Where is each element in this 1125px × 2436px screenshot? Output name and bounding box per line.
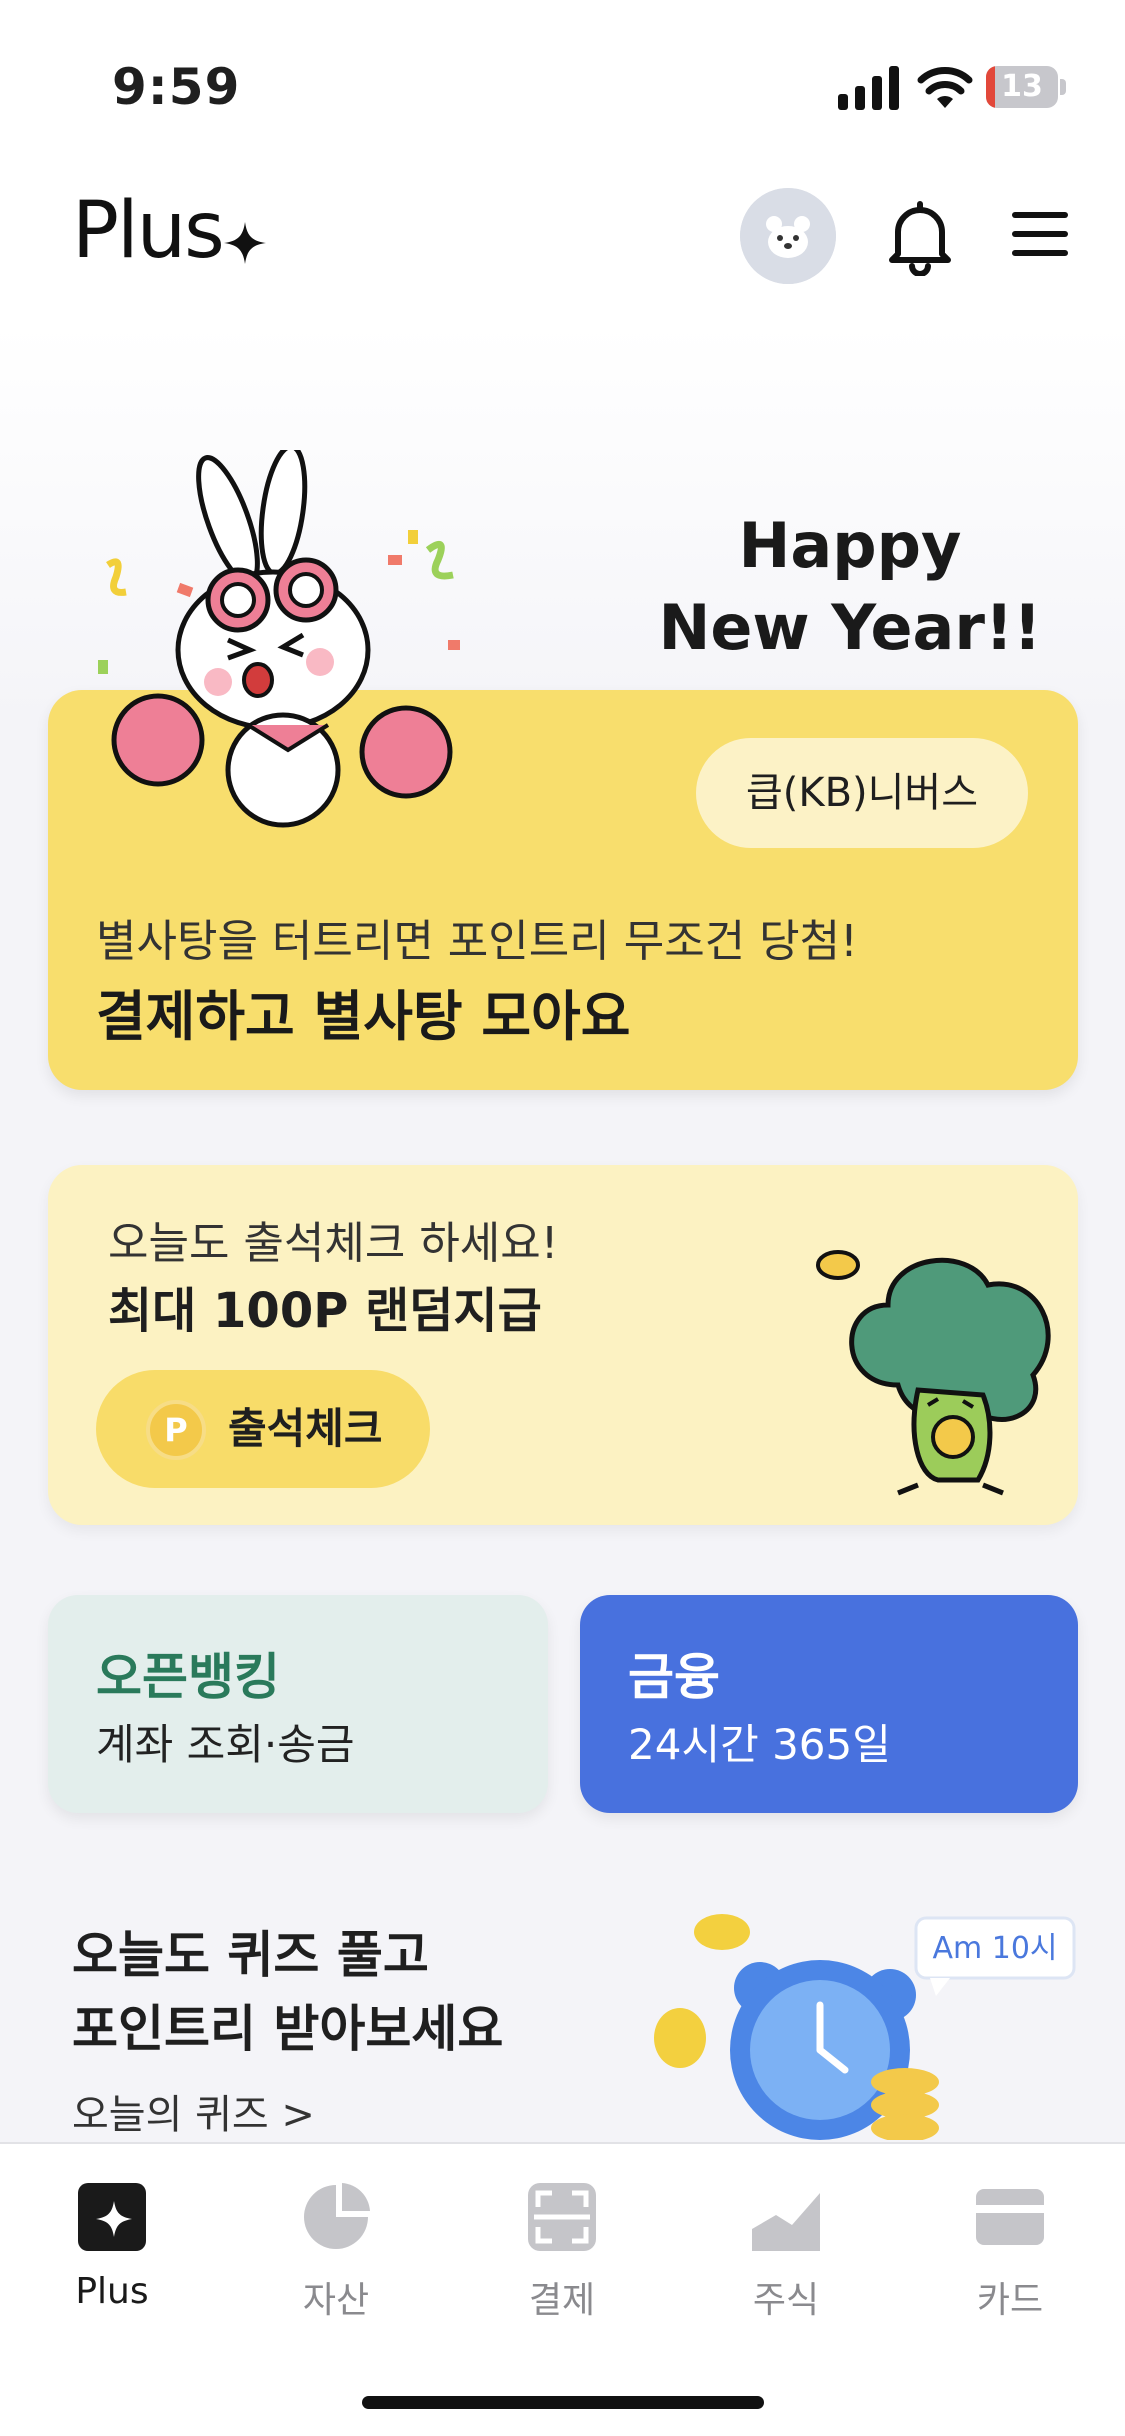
point-coin-icon: P <box>146 1400 206 1460</box>
tab-card[interactable]: 카드 <box>930 2179 1090 2323</box>
battery-indicator: 13 <box>986 66 1066 108</box>
open-banking-tile[interactable]: 오픈뱅킹 계좌 조회·송금 <box>48 1595 548 1813</box>
tab-assets-label: 자산 <box>302 2280 370 2321</box>
finance-subtitle: 24시간 365일 <box>628 1720 891 1769</box>
quiz-title: 오늘도 퀴즈 풀고 포인트리 받아보세요 <box>72 1926 504 2058</box>
tab-card-label: 카드 <box>976 2280 1044 2321</box>
tab-plus[interactable]: Plus <box>32 2179 192 2312</box>
todays-quiz-link[interactable]: 오늘의 퀴즈 > <box>72 2082 315 2140</box>
finance-title: 금융 <box>628 1648 720 1706</box>
app-logo: Plus <box>72 186 225 276</box>
cellular-signal-icon <box>838 66 899 110</box>
notification-bell-icon[interactable] <box>884 196 956 276</box>
attendance-title: 최대 100P 랜덤지급 <box>108 1283 542 1339</box>
status-bar: 9:59 13 <box>0 0 1125 160</box>
open-banking-title: 오픈뱅킹 <box>96 1648 280 1706</box>
home-indicator <box>362 2396 764 2409</box>
tab-payment[interactable]: 결제 <box>482 2179 642 2323</box>
tab-stocks[interactable]: 주식 <box>706 2179 866 2323</box>
app-header: Plus <box>0 160 1125 325</box>
tab-stocks-label: 주식 <box>752 2280 820 2321</box>
alarm-clock-illustration: Am 10시 <box>654 1914 1076 2140</box>
broccoli-mascot-illustration <box>816 1250 1051 1496</box>
sparkle-icon <box>224 222 266 264</box>
banner-title: 결제하고 별사탕 모아요 <box>96 985 631 1048</box>
battery-percent: 13 <box>1001 69 1043 104</box>
attendance-card: 오늘도 출석체크 하세요! 최대 100P 랜덤지급 P 출석체크 <box>48 1165 1078 1525</box>
attendance-subtitle: 오늘도 출석체크 하세요! <box>108 1218 559 1269</box>
scan-icon <box>528 2183 596 2251</box>
wifi-icon <box>917 67 973 108</box>
finance-tile[interactable]: 금융 24시간 365일 <box>580 1595 1078 1813</box>
hamburger-menu-icon[interactable] <box>1010 208 1070 260</box>
profile-avatar[interactable] <box>740 188 836 284</box>
open-banking-subtitle: 계좌 조회·송금 <box>96 1720 355 1769</box>
tab-assets[interactable]: 자산 <box>256 2179 416 2323</box>
card-icon <box>976 2189 1044 2245</box>
banner-subtitle: 별사탕을 터트리면 포인트리 무조건 당첨! <box>96 916 858 967</box>
plus-icon <box>78 2183 146 2251</box>
attendance-check-button[interactable]: P 출석체크 <box>96 1370 430 1488</box>
tab-plus-label: Plus <box>75 2271 149 2312</box>
tab-payment-label: 결제 <box>528 2280 596 2321</box>
bottom-tab-bar: Plus 자산 결제 주식 카드 <box>0 2142 1125 2436</box>
stock-chart-icon <box>752 2193 820 2251</box>
kbniverse-chip[interactable]: 큽(KB)니버스 <box>696 738 1028 848</box>
attendance-button-label: 출석체크 <box>228 1404 383 1453</box>
new-year-greeting: Happy New Year!! <box>658 509 1042 664</box>
alarm-time-bubble: Am 10시 <box>932 1931 1057 1966</box>
rabbit-mascot-illustration <box>98 450 460 828</box>
status-time: 9:59 <box>112 58 241 116</box>
pie-chart-icon <box>304 2183 370 2249</box>
